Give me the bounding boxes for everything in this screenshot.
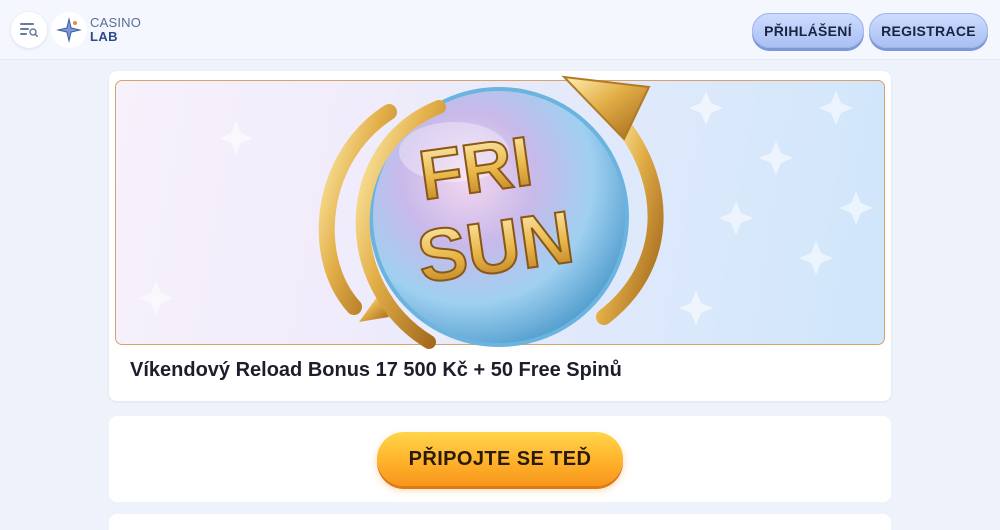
cta-card: PŘIPOJTE SE TEĎ	[109, 416, 891, 502]
promo-card[interactable]: Víkendový Reload Bonus 17 500 Kč + 50 Fr…	[109, 71, 891, 401]
login-button[interactable]: PŘIHLÁŠENÍ	[752, 13, 864, 48]
promo-banner[interactable]	[115, 80, 885, 345]
join-now-button[interactable]: PŘIPOJTE SE TEĎ	[377, 432, 623, 486]
logo-text-casino: CASINO	[90, 15, 142, 30]
menu-search-icon	[20, 23, 38, 37]
menu-button[interactable]	[11, 12, 47, 48]
top-header: CASINO LAB PŘIHLÁŠENÍ REGISTRACE	[0, 0, 1000, 60]
logo-text-lab: LAB	[90, 29, 118, 44]
banner-sparkles	[139, 91, 873, 325]
star-logo-icon	[51, 12, 87, 48]
next-card	[109, 514, 891, 530]
casino-logo[interactable]: CASINO LAB	[51, 12, 141, 48]
register-button[interactable]: REGISTRACE	[869, 13, 988, 48]
promo-title[interactable]: Víkendový Reload Bonus 17 500 Kč + 50 Fr…	[130, 359, 622, 382]
